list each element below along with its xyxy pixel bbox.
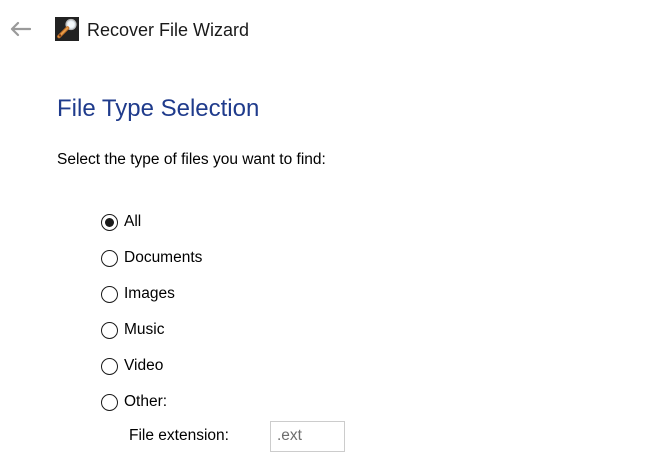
radio-button[interactable] [101,357,118,375]
magnifier-file-icon [55,17,79,41]
radio-label: Video [124,357,164,374]
radio-button[interactable] [101,393,118,411]
radio-button[interactable] [101,213,118,231]
radio-button[interactable] [101,285,118,303]
file-extension-input[interactable] [270,420,345,452]
radio-label: Other: [124,393,168,410]
radio-option-video[interactable]: Video [101,348,501,384]
back-button[interactable] [7,18,33,40]
radio-label: Documents [124,249,203,266]
title-bar: Recover File Wizard [0,0,650,58]
radio-label: Images [124,285,175,302]
radio-button[interactable] [101,321,118,339]
radio-option-all[interactable]: All [101,204,501,240]
back-arrow-icon [10,21,31,37]
instructions-text: Select the type of files you want to fin… [57,151,326,168]
recover-file-wizard-window: Recover File Wizard File Type Selection … [0,0,650,469]
radio-label: All [124,213,142,230]
radio-option-images[interactable]: Images [101,276,501,312]
radio-selected-dot [105,217,114,227]
file-extension-row: File extension: [129,420,345,452]
page-title: File Type Selection [57,95,260,122]
radio-button[interactable] [101,249,118,267]
file-extension-label: File extension: [129,427,229,444]
window-title: Recover File Wizard [87,20,250,40]
radio-option-music[interactable]: Music [101,312,501,348]
file-type-radio-group: All Documents Images Music Video Other: [101,204,501,420]
radio-label: Music [124,321,165,338]
radio-option-other[interactable]: Other: [101,384,501,420]
radio-option-documents[interactable]: Documents [101,240,501,276]
